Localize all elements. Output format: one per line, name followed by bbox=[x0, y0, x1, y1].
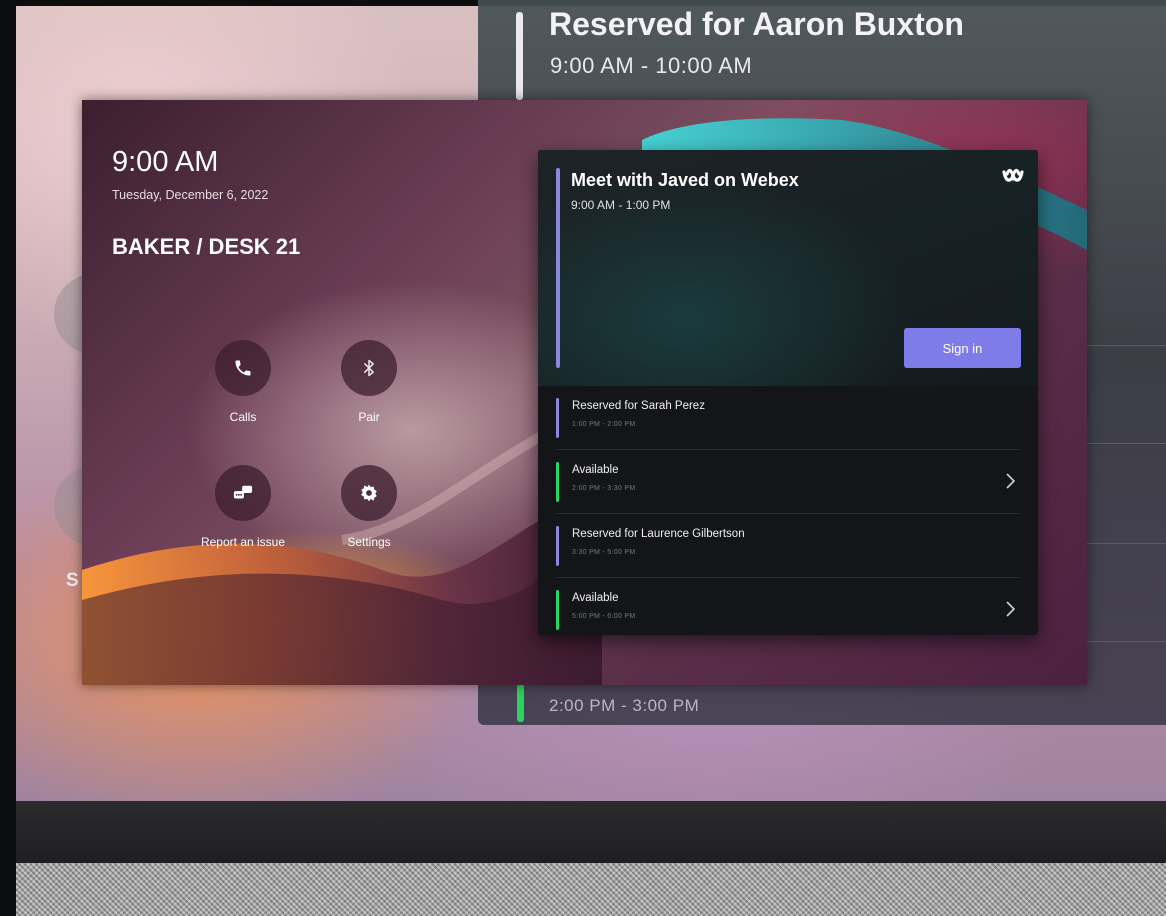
calls-label: Calls bbox=[229, 410, 257, 424]
report-issue-label: Report an issue bbox=[200, 535, 286, 549]
report-issue-icon bbox=[233, 485, 253, 499]
background-reservation-title: Reserved for Aaron Buxton bbox=[549, 6, 964, 42]
chevron-right-icon[interactable] bbox=[1004, 472, 1016, 490]
sign-in-button[interactable]: Sign in bbox=[904, 328, 1021, 368]
settings-label: Settings bbox=[347, 535, 391, 549]
device-bezel bbox=[16, 801, 1166, 863]
slot-status-bar bbox=[556, 526, 559, 566]
current-booking: Meet with Javed on Webex 9:00 AM - 1:00 … bbox=[538, 150, 1038, 386]
background-slot-time: 2:00 PM - 3:00 PM bbox=[549, 696, 700, 715]
pair-button-circle[interactable] bbox=[341, 340, 397, 396]
background-partial-text: S bbox=[66, 570, 79, 591]
settings-button-circle[interactable] bbox=[341, 465, 397, 521]
slot-title: Available bbox=[572, 592, 619, 604]
slot-status-bar bbox=[556, 462, 559, 502]
date: Tuesday, December 6, 2022 bbox=[112, 188, 269, 202]
webex-icon bbox=[1002, 168, 1024, 182]
slot-status-bar bbox=[556, 398, 559, 438]
slot-title: Available bbox=[572, 464, 619, 476]
booking-slot-reserved: Reserved for Sarah Perez 1:00 PM - 2:00 … bbox=[538, 386, 1038, 450]
current-booking-bar bbox=[556, 168, 560, 368]
bluetooth-icon bbox=[364, 359, 374, 377]
background-reserved-bar bbox=[516, 12, 523, 100]
slot-time: 5:00 PM - 6:00 PM bbox=[572, 613, 636, 620]
pair-label: Pair bbox=[358, 410, 380, 424]
slot-time: 2:00 PM - 3:30 PM bbox=[572, 485, 636, 492]
desk-location: BAKER / DESK 21 bbox=[112, 234, 301, 259]
slot-status-bar bbox=[556, 590, 559, 630]
booking-panel: Meet with Javed on Webex 9:00 AM - 1:00 … bbox=[538, 150, 1038, 635]
calls-button[interactable]: Calls bbox=[183, 340, 303, 424]
slot-title: Reserved for Laurence Gilbertson bbox=[572, 528, 745, 540]
booking-slot-reserved: Reserved for Laurence Gilbertson 3:30 PM… bbox=[538, 514, 1038, 578]
background-available-bar bbox=[517, 684, 524, 722]
booking-slot-available[interactable]: Available 2:00 PM - 3:30 PM bbox=[538, 450, 1038, 514]
phone-icon bbox=[235, 360, 251, 376]
report-issue-button-circle[interactable] bbox=[215, 465, 271, 521]
chevron-right-icon[interactable] bbox=[1004, 600, 1016, 618]
report-issue-button[interactable]: Report an issue bbox=[183, 465, 303, 549]
gear-icon bbox=[361, 484, 377, 502]
slot-title: Reserved for Sarah Perez bbox=[572, 400, 705, 412]
calls-button-circle[interactable] bbox=[215, 340, 271, 396]
clock: 9:00 AM bbox=[112, 146, 219, 178]
settings-button[interactable]: Settings bbox=[309, 465, 429, 549]
meeting-title: Meet with Javed on Webex bbox=[571, 170, 799, 190]
booking-slot-available[interactable]: Available 5:00 PM - 6:00 PM bbox=[538, 578, 1038, 635]
desk-screen: 9:00 AM Tuesday, December 6, 2022 BAKER … bbox=[82, 100, 1087, 685]
slot-time: 1:00 PM - 2:00 PM bbox=[572, 421, 636, 428]
slot-time: 3:30 PM - 5:00 PM bbox=[572, 549, 636, 556]
background-reservation-time: 9:00 AM - 10:00 AM bbox=[550, 53, 753, 78]
device-fabric bbox=[16, 863, 1166, 916]
pair-button[interactable]: Pair bbox=[309, 340, 429, 424]
meeting-time: 9:00 AM - 1:00 PM bbox=[571, 198, 671, 212]
